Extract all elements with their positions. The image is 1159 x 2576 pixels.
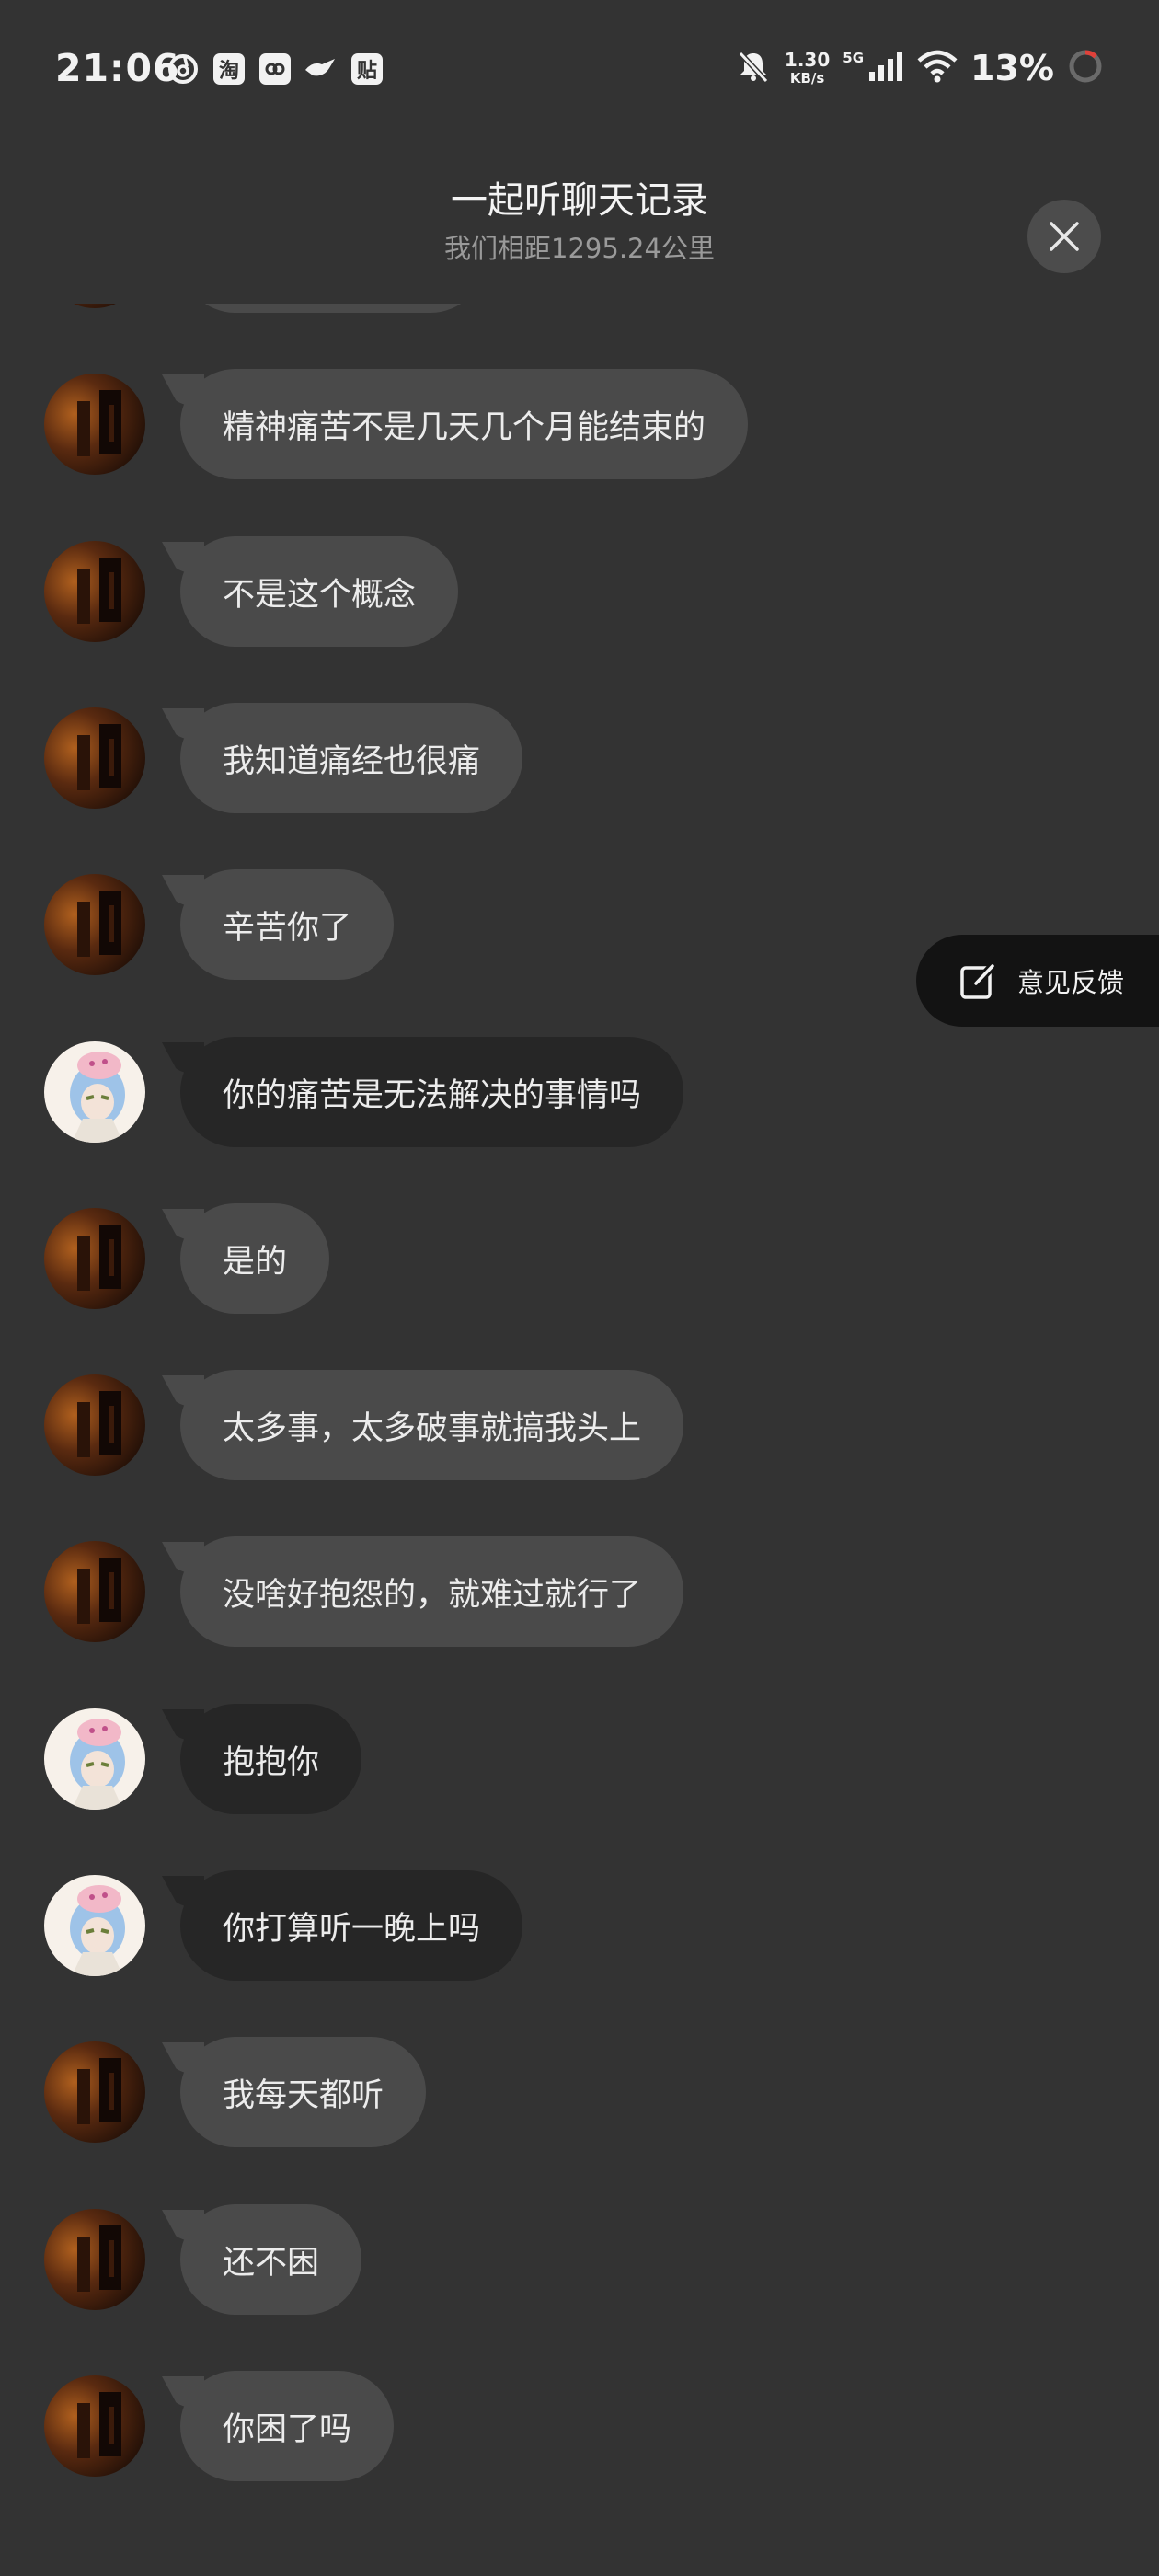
partner-avatar[interactable] [44,1541,145,1642]
message-bubble[interactable]: 抱抱你 [180,1704,362,1814]
bird-app-icon [304,52,339,86]
distance-subtitle: 我们相距1295.24公里 [444,233,715,264]
message-row-received: 不是这个概念 [44,536,459,647]
message-bubble[interactable]: 还不困 [180,2204,362,2315]
message-bubble[interactable]: 太多事，太多破事就搞我头上 [180,1370,684,1480]
close-icon [1050,222,1079,251]
message-row-received: 辛苦你了 [44,869,395,980]
message-bubble[interactable]: 不是这个概念 [180,536,459,647]
netease-music-icon [166,52,201,86]
message-row-sent: 抱抱你 [44,1704,362,1814]
taobao-icon: 淘 [212,52,247,86]
network-speed: 1.30 KB/s [784,49,831,86]
edit-icon [958,960,999,1001]
close-button[interactable] [1027,200,1101,273]
message-row-received: 太多事，太多破事就搞我头上 [44,1370,684,1480]
wifi-icon [917,50,958,86]
message-row-received: 你困了吗 [44,2371,395,2481]
battery-percent: 13% [970,48,1054,88]
page-title: 一起听聊天记录 [451,179,708,222]
partner-avatar[interactable] [44,541,145,642]
partner-avatar[interactable] [44,304,145,308]
feedback-label: 意见反馈 [1017,967,1125,998]
message-bubble[interactable]: 是的 [180,1203,330,1314]
status-time: 21:06 [55,46,180,90]
partner-avatar[interactable] [44,874,145,975]
message-row-received: 还不困 [44,2204,362,2315]
chat-header: 一起听聊天记录 我们相距1295.24公里 [0,175,1159,269]
tieba-icon: 贴 [350,52,384,86]
message-row-sent: 你的痛苦是无法解决的事情吗 [44,1037,684,1147]
chat-history[interactable]: 精神痛苦不是几天几个月能结束的 不是这个概念 我知道痛经也很痛 辛苦你了你的痛苦是无法… [0,304,1159,2576]
network-type-label: 5G [843,50,865,66]
my-avatar[interactable] [44,1875,145,1976]
message-bubble[interactable]: 你打算听一晚上吗 [180,1870,523,1981]
battery-ring-icon [1067,48,1104,88]
partner-avatar[interactable] [44,707,145,809]
message-row-sent: 你打算听一晚上吗 [44,1870,523,1981]
cellular-signal-icon [867,52,904,85]
partner-avatar[interactable] [44,1208,145,1309]
system-icons: 1.30 KB/s 5G 13% [735,48,1104,88]
message-bubble[interactable] [180,304,486,313]
message-bubble[interactable]: 你的痛苦是无法解决的事情吗 [180,1037,684,1147]
message-bubble[interactable]: 你困了吗 [180,2371,395,2481]
my-avatar[interactable] [44,1708,145,1810]
bell-muted-icon [735,48,772,88]
message-row-received: 我每天都听 [44,2037,427,2147]
partner-avatar[interactable] [44,374,145,475]
message-bubble[interactable]: 我知道痛经也很痛 [180,703,523,813]
message-row-received: 是的 [44,1203,330,1314]
message-bubble[interactable]: 没啥好抱怨的，就难过就行了 [180,1536,684,1647]
feedback-button[interactable]: 意见反馈 [916,935,1159,1027]
partner-avatar[interactable] [44,2375,145,2477]
bilibili-like-icon [258,52,293,86]
message-bubble[interactable]: 我每天都听 [180,2037,427,2147]
partner-avatar[interactable] [44,2041,145,2143]
partner-avatar[interactable] [44,2209,145,2310]
status-bar: 21:06 淘 贴 1.30 KB/s 5G 13% [0,0,1159,138]
message-row-received: 我知道痛经也很痛 [44,703,523,813]
notification-icons: 淘 贴 [166,52,384,86]
partner-avatar[interactable] [44,1374,145,1476]
message-bubble[interactable]: 精神痛苦不是几天几个月能结束的 [180,369,749,479]
message-row-received: 没啥好抱怨的，就难过就行了 [44,1536,684,1647]
my-avatar[interactable] [44,1041,145,1143]
message-bubble[interactable]: 辛苦你了 [180,869,395,980]
message-row-received [44,304,486,313]
message-row-received: 精神痛苦不是几天几个月能结束的 [44,369,749,479]
